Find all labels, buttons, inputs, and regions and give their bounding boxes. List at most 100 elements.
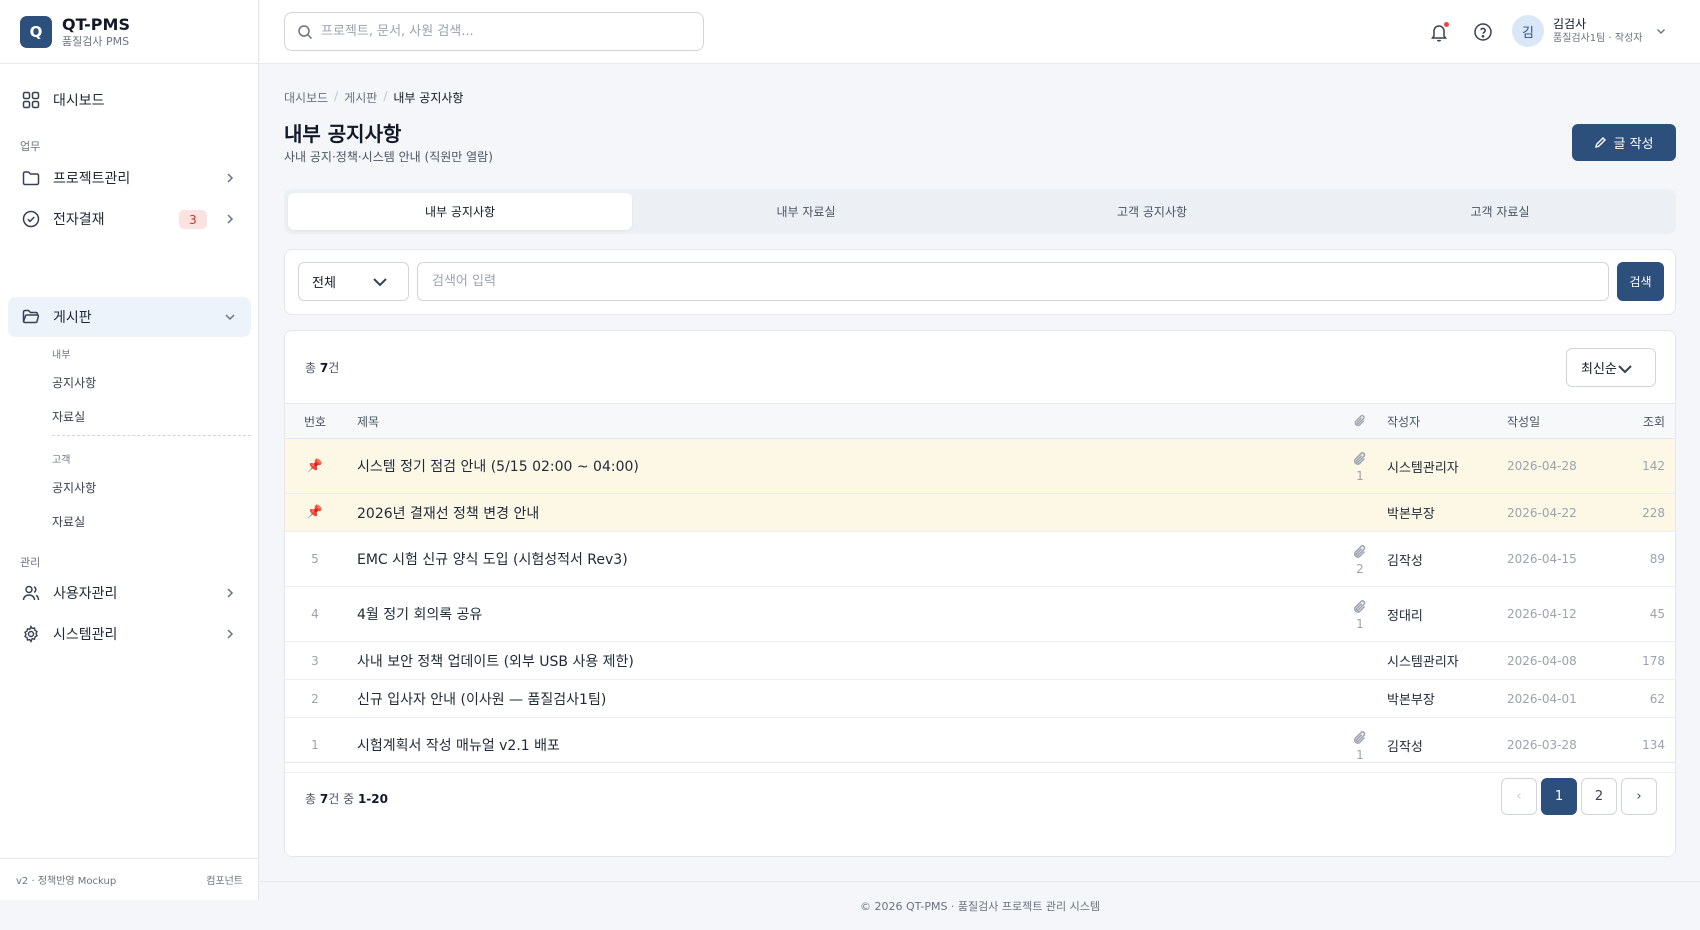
components-link[interactable]: 컴포넌트 (206, 872, 243, 887)
sidebar-item-label: 게시판 (53, 310, 92, 326)
table-row[interactable]: 4 4월 정기 회의록 공유 1 정대리 2026-04-12 45 (285, 587, 1675, 642)
users-icon (22, 584, 40, 602)
column-header-title: 제목 (357, 414, 380, 429)
paperclip-icon (1351, 450, 1369, 468)
pin-icon: 📌 (306, 458, 324, 474)
table-row[interactable]: 📌 시스템 정기 점검 안내 (5/15 02:00 ~ 04:00) 1 시스템관리… (285, 439, 1675, 494)
bell-icon[interactable] (1428, 21, 1450, 43)
approval-count-badge: 3 (179, 210, 207, 229)
paperclip-icon (1351, 729, 1369, 747)
search-scope-select[interactable]: 전체 (298, 262, 409, 301)
chevron-right-icon (223, 586, 237, 600)
page-title: 내부 공지사항 (284, 122, 402, 146)
breadcrumb: 대시보드 / 게시판 / 내부 공지사항 (284, 89, 463, 106)
user-menu[interactable]: 김 김검사 품질검사1팀 · 작성자 (1512, 15, 1667, 47)
sidebar-item-board[interactable]: 게시판 (8, 297, 251, 337)
row-number: 5 (311, 552, 319, 566)
sidebar-subitem-customer-notice[interactable]: 공지사항 (52, 479, 96, 496)
attachment-count: 1 (1356, 616, 1364, 631)
table-row[interactable]: 📌 2026년 결재선 정책 변경 안내 박본부장 2026-04-22 228 (285, 494, 1675, 532)
pagination-bar: 총 7건 중 1-20 ‹ 1 2 › (285, 762, 1675, 856)
post-list-card: 총 7건 최신순 번호 제목 작성자 작성일 조회 📌 시스템 정기 점검 안내 … (284, 330, 1676, 857)
check-circle-icon (22, 210, 40, 228)
next-page-button[interactable]: › (1621, 778, 1657, 815)
column-header-author: 작성자 (1387, 414, 1421, 429)
pencil-icon (1594, 136, 1607, 149)
paperclip-icon (1351, 543, 1369, 561)
breadcrumb-item[interactable]: 대시보드 (284, 89, 328, 106)
post-author: 시스템관리자 (1387, 655, 1459, 670)
attachment-cell: 1 (1335, 587, 1385, 641)
paperclip-icon (1351, 598, 1369, 616)
search-button[interactable]: 검색 (1617, 262, 1664, 301)
page-button[interactable]: 2 (1581, 778, 1617, 815)
post-title[interactable]: EMC 시험 신규 양식 도입 (시험성적서 Rev3) (357, 532, 1237, 586)
topbar: 김 김검사 품질검사1팀 · 작성자 (260, 0, 1700, 64)
post-rows: 📌 시스템 정기 점검 안내 (5/15 02:00 ~ 04:00) 1 시스템관리… (285, 439, 1675, 773)
global-search[interactable] (284, 12, 704, 51)
attachment-cell: 1 (1335, 439, 1385, 493)
board-customer-label: 고객 (52, 455, 71, 466)
prev-page-button[interactable]: ‹ (1501, 778, 1537, 815)
sidebar-subitem-internal-notice[interactable]: 공지사항 (52, 374, 96, 391)
sort-select[interactable]: 최신순 (1566, 348, 1656, 387)
version-label: v2 · 정책반영 Mockup (16, 876, 117, 887)
sidebar-item-label: 시스템관리 (53, 627, 118, 643)
pin-icon: 📌 (306, 505, 324, 520)
brand-subtitle: 품질검사 PMS (62, 34, 130, 48)
board-internal-label: 내부 (52, 350, 71, 361)
sidebar-divider (52, 435, 251, 436)
post-views: 178 (1642, 653, 1665, 668)
write-post-button[interactable]: 글 작성 (1572, 124, 1676, 161)
page-footer: © 2026 QT-PMS · 품질검사 프로젝트 관리 시스템 (260, 881, 1700, 930)
attachment-count: 1 (1356, 747, 1364, 762)
post-author: 김작성 (1387, 553, 1423, 569)
brand[interactable]: Q QT-PMS 품질검사 PMS (0, 0, 258, 64)
notification-dot (1444, 22, 1449, 27)
search-input[interactable] (321, 24, 681, 39)
section-label-work: 업무 (20, 140, 41, 153)
table-row[interactable]: 5 EMC 시험 신규 양식 도입 (시험성적서 Rev3) 2 김작성 2026-04… (285, 532, 1675, 587)
gear-icon (22, 625, 40, 643)
post-views: 228 (1642, 505, 1665, 520)
search-filter-card: 전체 검색 (284, 249, 1676, 315)
sidebar-item-system[interactable]: 시스템관리 (8, 614, 251, 654)
attachment-count: 1 (1356, 468, 1364, 483)
post-title[interactable]: 4월 정기 회의록 공유 (357, 587, 1237, 641)
sidebar-subitem-customer-archive[interactable]: 자료실 (52, 513, 85, 530)
tab-customer-archive[interactable]: 고객 자료실 (1328, 193, 1672, 230)
attachment-cell: 2 (1335, 532, 1385, 586)
tab-internal-archive[interactable]: 내부 자료실 (634, 193, 978, 230)
sidebar-item-users[interactable]: 사용자관리 (8, 573, 251, 613)
post-title[interactable]: 신규 입사자 안내 (이사원 — 품질검사1팀) (357, 680, 1237, 717)
sidebar-footer: v2 · 정책반영 Mockup 컴포넌트 (0, 858, 259, 900)
post-views: 62 (1649, 691, 1665, 706)
table-row[interactable]: 2 신규 입사자 안내 (이사원 — 품질검사1팀) 박본부장 2026-04-01 6… (285, 680, 1675, 718)
tab-internal-notice[interactable]: 내부 공지사항 (288, 193, 632, 230)
table-row[interactable]: 3 사내 보안 정책 업데이트 (외부 USB 사용 제한) 시스템관리자 2026-… (285, 642, 1675, 680)
post-title[interactable]: 2026년 결재선 정책 변경 안내 (357, 494, 1237, 531)
board-tabs: 내부 공지사항 내부 자료실 고객 공지사항 고객 자료실 (284, 189, 1676, 234)
breadcrumb-item[interactable]: 게시판 (344, 89, 377, 106)
folder-open-icon (22, 308, 40, 326)
sidebar-item-dashboard[interactable]: 대시보드 (8, 80, 251, 120)
sidebar-subitem-internal-archive[interactable]: 자료실 (52, 408, 85, 425)
paperclip-icon (1335, 404, 1385, 438)
section-label-admin: 관리 (20, 556, 41, 569)
post-title[interactable]: 사내 보안 정책 업데이트 (외부 USB 사용 제한) (357, 642, 1237, 679)
total-count: 총 7건 (305, 361, 340, 375)
post-views: 45 (1649, 607, 1665, 621)
page-button[interactable]: 1 (1541, 778, 1577, 815)
brand-logo: Q (20, 15, 52, 48)
breadcrumb-current: 내부 공지사항 (393, 91, 464, 105)
sidebar-item-approval[interactable]: 전자결재 3 (8, 199, 251, 239)
keyword-input[interactable] (417, 262, 1609, 301)
pagination: ‹ 1 2 › (1501, 778, 1657, 815)
help-icon[interactable] (1472, 21, 1494, 43)
chevron-down-icon (1655, 25, 1667, 37)
sidebar-item-project[interactable]: 프로젝트관리 (8, 158, 251, 198)
attachment-cell (1335, 642, 1385, 679)
tab-customer-notice[interactable]: 고객 공지사항 (980, 193, 1324, 230)
attachment-cell (1335, 494, 1385, 531)
post-title[interactable]: 시스템 정기 점검 안내 (5/15 02:00 ~ 04:00) (357, 439, 1237, 493)
